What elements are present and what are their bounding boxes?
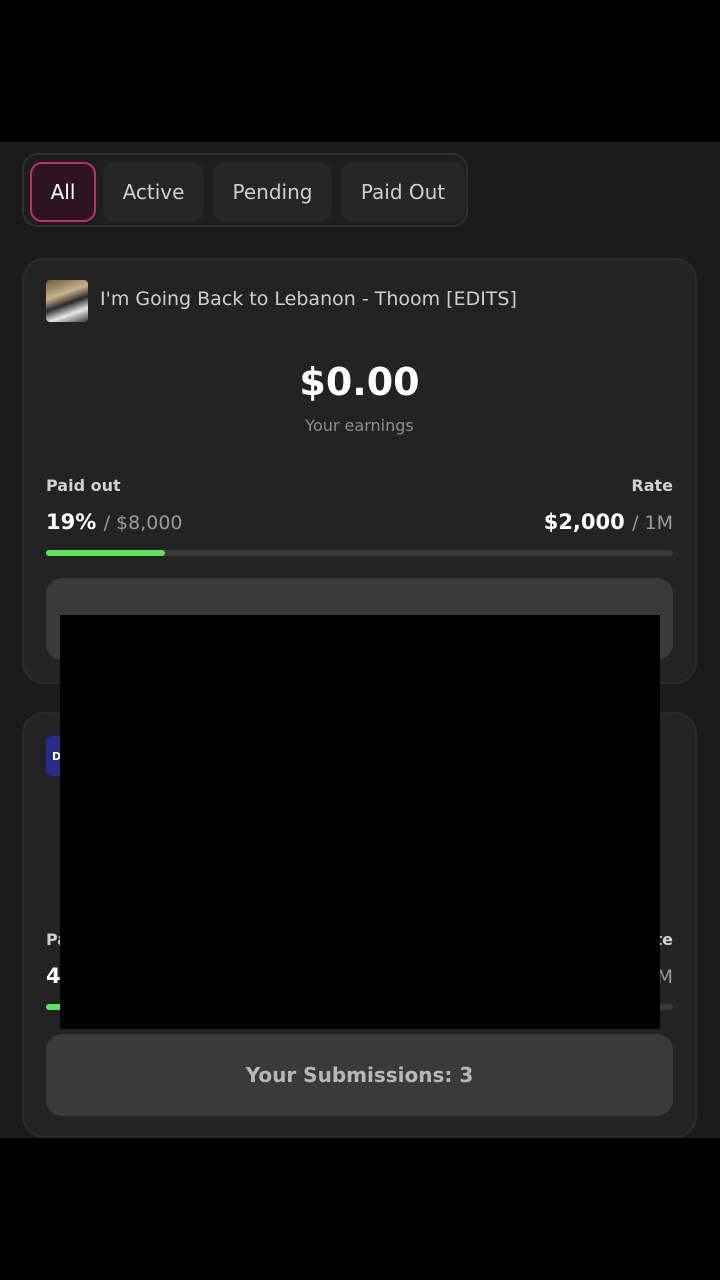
- earnings-label: Your earnings: [305, 416, 414, 435]
- campaigns-screen: All Active Pending Paid Out I'm Going Ba…: [0, 142, 720, 1138]
- tab-pending[interactable]: Pending: [213, 162, 332, 222]
- rate-value: $2,000 / 1M: [544, 510, 673, 534]
- paid-out-label: Paid out: [46, 476, 121, 495]
- redaction-block: [60, 615, 660, 1029]
- tab-paid-out[interactable]: Paid Out: [341, 162, 465, 222]
- tab-all[interactable]: All: [30, 162, 96, 222]
- paid-out-total: / $8,000: [103, 512, 183, 534]
- earnings-amount: $0.00: [299, 360, 420, 404]
- campaign-thumbnail: [46, 280, 88, 322]
- paid-out-value: 19% / $8,000: [46, 510, 183, 534]
- campaign-title: I'm Going Back to Lebanon - Thoom [EDITS…: [100, 288, 517, 310]
- payout-progress-fill: [46, 550, 166, 556]
- rate-label: Rate: [631, 476, 673, 495]
- submissions-button[interactable]: Your Submissions: 3: [46, 1034, 673, 1116]
- filter-tabs: All Active Pending Paid Out: [22, 153, 468, 227]
- paid-out-value: 4: [46, 964, 61, 988]
- paid-out-percent: 19%: [46, 510, 97, 534]
- tab-active[interactable]: Active: [103, 162, 204, 222]
- payout-progress-bar: [46, 550, 673, 556]
- rate-amount: $2,000: [543, 510, 625, 534]
- rate-unit: / 1M: [632, 512, 673, 534]
